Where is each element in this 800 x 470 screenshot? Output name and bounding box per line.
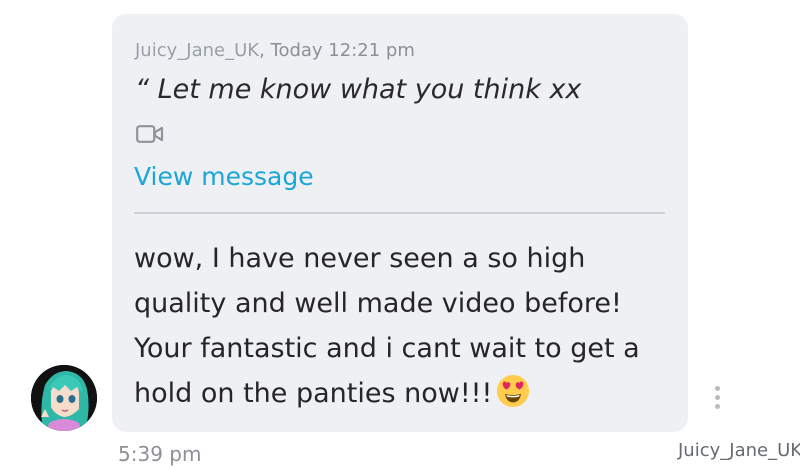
message-bubble: Juicy_Jane_UK, Today 12:21 pm “ Let me k… bbox=[112, 14, 688, 432]
view-message-link[interactable]: View message bbox=[134, 162, 314, 191]
video-camera-icon bbox=[136, 125, 164, 143]
message-time: 5:39 pm bbox=[118, 442, 202, 466]
anime-avatar-image bbox=[31, 365, 97, 431]
quote-divider bbox=[134, 212, 665, 214]
message-body: wow, I have never seen a so high quality… bbox=[134, 236, 674, 416]
heart-eyes-emoji-icon bbox=[497, 374, 530, 408]
quoted-message-text: “ Let me know what you think xx bbox=[135, 74, 582, 105]
more-options-icon[interactable] bbox=[711, 386, 723, 412]
message-text: wow, I have never seen a so high quality… bbox=[134, 243, 640, 409]
quoted-message-header: Juicy_Jane_UK, Today 12:21 pm bbox=[135, 40, 415, 61]
avatar[interactable] bbox=[31, 365, 97, 431]
sender-name: Juicy_Jane_UK bbox=[678, 440, 800, 461]
quoted-username: Juicy_Jane_UK bbox=[135, 40, 260, 61]
quoted-timestamp: , Today 12:21 pm bbox=[259, 40, 415, 61]
